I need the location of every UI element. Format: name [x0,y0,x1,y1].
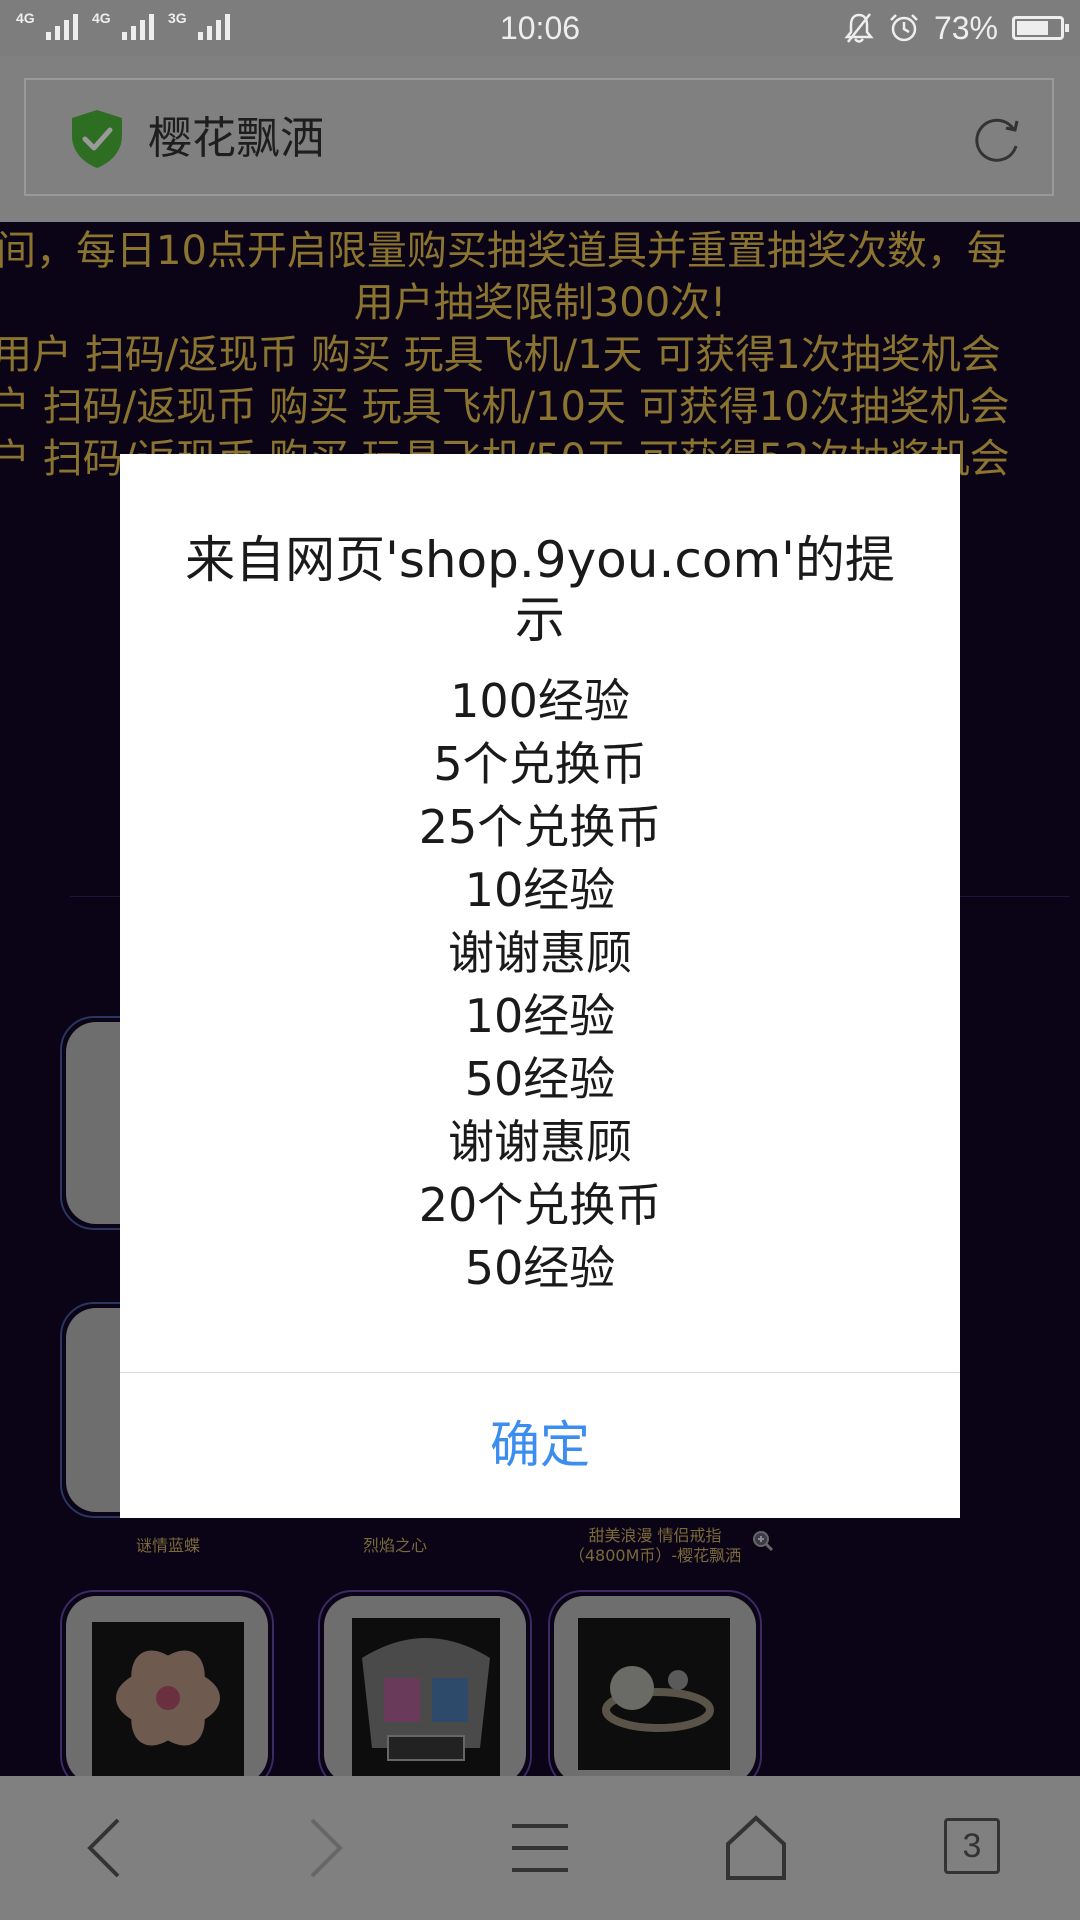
product-card[interactable] [548,1590,762,1776]
menu-icon[interactable] [500,1808,580,1888]
item-label: 烈焰之心 [362,1536,427,1555]
dialog-title: 来自网页'shop.9you.com'的提示 [185,531,895,649]
dialog-message-line: 5个兑换币 [433,737,647,791]
address-bar[interactable]: 樱花飘洒 [24,78,1054,196]
back-icon[interactable] [66,1808,146,1888]
brooch-image [116,1650,220,1746]
notice-line: 户 扫码/返现币 购买 玩具飞机/10天 可获得10次抽奖机会 [0,384,1010,430]
browser-toolbar: 3 [0,1776,1080,1920]
tabs-icon[interactable]: 3 [944,1818,1000,1874]
product-image [578,1618,730,1770]
product-image [352,1618,500,1776]
dialog-message-line: 50经验 [464,1052,616,1106]
battery-percent: 73% [933,9,998,46]
notice-line: 用户抽奖限制300次! [353,280,727,326]
notice-line: 用户 扫码/返现币 购买 玩具飞机/1天 可获得1次抽奖机会 [0,332,1001,378]
dialog-message-line: 10经验 [464,989,616,1043]
status-right: 73% [844,9,1069,46]
item-label-line: （4800M币）-樱花飘洒 [568,1546,742,1565]
item-label: 谜情蓝蝶 [135,1536,200,1555]
notice-line: 间，每日10点开启限量购买抽奖道具并重置抽奖次数，每 [0,228,1007,274]
dialog-message-list: 100经验 5个兑换币 25个兑换币 10经验 谢谢惠顾 10经验 50经验 谢… [120,670,960,1300]
dialog-message-line: 25个兑换币 [418,800,662,854]
dialog-message-line: 100经验 [450,674,630,728]
screen: 4G 4G 3G 10:06 73% 樱花飘洒 间，每日10点开启限量购买抽奖道… [0,0,1080,1920]
shield-check-icon [72,110,122,168]
alarm-icon [890,14,918,42]
product-card[interactable] [318,1590,532,1776]
dialog-message-line: 谢谢惠顾 [448,926,632,980]
home-icon[interactable] [716,1808,796,1888]
item-label-line: 甜美浪漫 情侣戒指 [588,1526,722,1545]
dialog-message-line: 20个兑换币 [418,1178,662,1232]
battery-icon [1012,16,1069,40]
dialog-message-line: 谢谢惠顾 [448,1115,632,1169]
alert-dialog: 来自网页'shop.9you.com'的提示 100经验 5个兑换币 25个兑换… [120,454,960,1518]
product-image [92,1622,244,1776]
item-label: 甜美浪漫 情侣戒指 （4800M币）-樱花飘洒 [560,1526,750,1566]
dialog-message-line: 10经验 [464,863,616,917]
confirm-button[interactable]: 确定 [120,1373,960,1518]
browser-header: 樱花飘洒 [0,56,1080,222]
love-frame-image [362,1638,490,1761]
battery-level [1017,21,1048,35]
product-card[interactable] [60,1590,274,1776]
status-bar: 4G 4G 3G 10:06 73% [0,0,1080,56]
zoom-icon[interactable] [752,1530,774,1552]
bell-off-icon [844,13,874,43]
dialog-message-line: 50经验 [464,1241,616,1295]
pearl-ring-image [602,1666,714,1732]
forward-icon[interactable] [284,1808,364,1888]
reload-icon[interactable] [968,112,1024,168]
site-title: 樱花飘洒 [148,113,324,164]
